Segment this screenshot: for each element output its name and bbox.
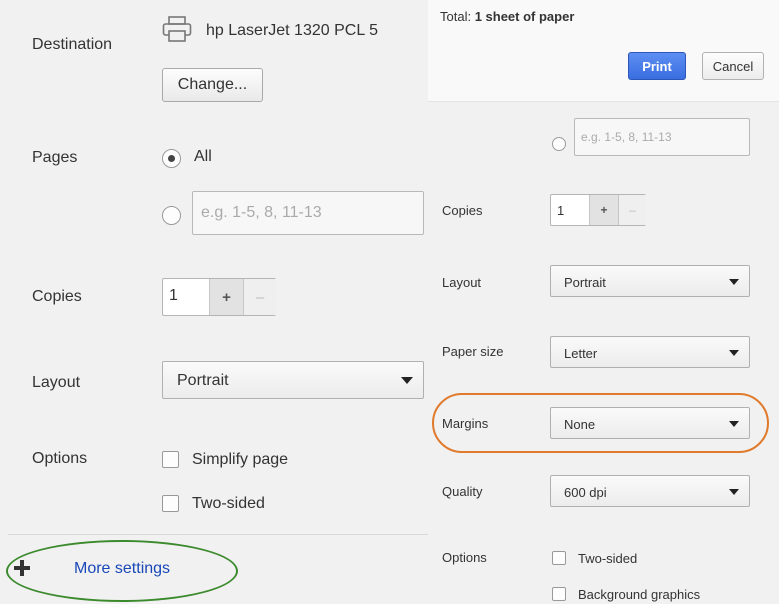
background-graphics-label: Background graphics xyxy=(578,587,701,602)
destination-label: Destination xyxy=(32,36,113,53)
pages-all-radio[interactable] xyxy=(162,149,181,168)
cancel-button[interactable]: Cancel xyxy=(702,52,764,80)
divider xyxy=(8,534,428,535)
total-prefix: Total: xyxy=(440,9,475,24)
total-summary: Total: 1 sheet of paper xyxy=(440,9,574,24)
copies-value[interactable]: 1 xyxy=(557,203,564,218)
options-label: Options xyxy=(32,450,88,467)
quality-label: Quality xyxy=(442,484,483,499)
quality-value: 600 dpi xyxy=(564,485,607,500)
total-value: 1 sheet of paper xyxy=(474,9,575,24)
chevron-down-icon xyxy=(729,421,739,427)
layout-label: Layout xyxy=(32,374,81,391)
margins-label: Margins xyxy=(442,416,489,431)
pages-label: Pages xyxy=(32,149,78,166)
chevron-down-icon xyxy=(729,350,739,356)
printer-name: hp LaserJet 1320 PCL 5 xyxy=(206,22,378,39)
more-settings-link[interactable]: More settings xyxy=(74,560,170,578)
layout-value: Portrait xyxy=(564,275,606,290)
layout-label: Layout xyxy=(442,275,482,290)
copies-label: Copies xyxy=(32,288,82,305)
left-print-settings-panel: Destination hp LaserJet 1320 PCL 5 Chang… xyxy=(0,0,428,604)
chevron-down-icon xyxy=(401,377,413,384)
layout-select[interactable]: Portrait xyxy=(162,361,424,399)
copies-label: Copies xyxy=(442,203,483,218)
pages-custom-radio[interactable] xyxy=(552,137,566,151)
pages-custom-radio[interactable] xyxy=(162,206,181,225)
print-header: Total: 1 sheet of paper Print Cancel xyxy=(428,0,779,102)
layout-value: Portrait xyxy=(177,372,229,389)
copies-stepper: 1 + – xyxy=(550,194,646,226)
copies-value[interactable]: 1 xyxy=(169,287,178,305)
two-sided-label: Two-sided xyxy=(192,495,265,512)
chevron-down-icon xyxy=(729,489,739,495)
printer-icon xyxy=(162,16,192,42)
pages-all-label: All xyxy=(194,148,212,165)
quality-select[interactable]: 600 dpi xyxy=(550,475,750,507)
plus-icon xyxy=(14,560,30,576)
paper-size-label: Paper size xyxy=(442,344,504,359)
copies-stepper: 1 + – xyxy=(162,278,276,316)
margins-select[interactable]: None xyxy=(550,407,750,439)
pages-range-input[interactable] xyxy=(192,191,424,235)
copies-increment-button[interactable]: + xyxy=(209,279,243,315)
paper-size-select[interactable]: Letter xyxy=(550,336,750,368)
simplify-page-label: Simplify page xyxy=(192,451,289,468)
right-print-settings-panel: Total: 1 sheet of paper Print Cancel Cop… xyxy=(428,0,779,604)
chevron-down-icon xyxy=(729,279,739,285)
layout-select[interactable]: Portrait xyxy=(550,265,750,297)
copies-decrement-button[interactable]: – xyxy=(243,279,276,315)
margins-value: None xyxy=(564,417,596,432)
two-sided-label: Two-sided xyxy=(578,551,638,566)
print-button[interactable]: Print xyxy=(628,52,686,80)
background-graphics-checkbox[interactable] xyxy=(552,587,566,601)
pages-range-input[interactable] xyxy=(574,118,750,156)
simplify-page-checkbox[interactable] xyxy=(162,451,179,468)
copies-increment-button[interactable]: + xyxy=(589,195,618,225)
options-label: Options xyxy=(442,550,487,565)
paper-size-value: Letter xyxy=(564,346,598,361)
two-sided-checkbox[interactable] xyxy=(162,495,179,512)
two-sided-checkbox[interactable] xyxy=(552,551,566,565)
copies-decrement-button[interactable]: – xyxy=(618,195,646,225)
change-destination-button[interactable]: Change... xyxy=(162,68,263,102)
